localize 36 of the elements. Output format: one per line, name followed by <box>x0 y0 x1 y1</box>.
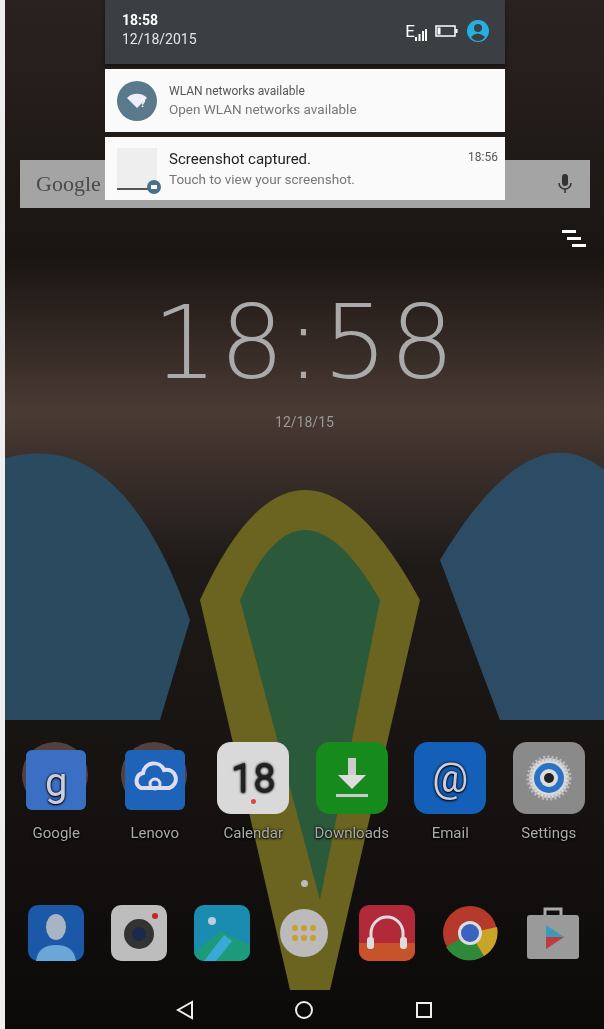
page-indicator <box>301 880 308 887</box>
microphone-icon[interactable] <box>558 174 572 194</box>
image-badge-icon <box>147 179 161 194</box>
network-type: E <box>405 21 415 41</box>
signal-icon <box>415 29 427 41</box>
notification-title: WLAN networks available <box>169 84 305 98</box>
status-date: 12/18/2015 <box>122 31 197 47</box>
app-shortcut[interactable]: Lenovo <box>105 742 204 842</box>
notification-text: Touch to view your screenshot. <box>169 171 356 187</box>
notification-time: 18:56 <box>468 150 498 166</box>
wifi-wedge-icon <box>127 92 147 109</box>
app-shortcut[interactable]: g Google <box>7 742 106 842</box>
icon-glyph: 18 <box>230 754 276 802</box>
user-avatar-icon[interactable] <box>467 20 489 42</box>
clock-date: 12/18/15 <box>275 414 334 430</box>
notification-card[interactable]: ? WLAN networks available Open WLAN networks available <box>105 69 505 132</box>
notification-card[interactable]: Screenshot captured. 18:56 Touch to view your screenshot. <box>105 137 505 200</box>
clock-time: 18:58 <box>152 292 457 394</box>
person-icon[interactable] <box>26 903 87 963</box>
picture-icon[interactable] <box>191 903 252 963</box>
search-logo: Google <box>36 171 101 197</box>
icon-glyph: g <box>45 758 68 806</box>
notification-text: Open WLAN networks available <box>169 101 358 117</box>
app-shortcut[interactable]: @ Email <box>401 742 500 842</box>
notification-title: Screenshot captured. <box>169 150 311 168</box>
battery-icon <box>435 25 459 37</box>
app-shortcut[interactable]: Settings <box>499 742 598 842</box>
headphones-icon[interactable] <box>357 903 418 963</box>
status-time: 18:58 <box>122 12 160 28</box>
clear-all-icon[interactable] <box>562 230 586 248</box>
home-icon[interactable] <box>293 999 316 1021</box>
camera-icon[interactable] <box>109 903 170 963</box>
question-mark: ? <box>140 97 146 109</box>
icon-glyph: @ <box>432 754 469 802</box>
app-shortcut[interactable]: 18 Calendar <box>204 742 303 842</box>
app-shortcut[interactable]: Downloads <box>302 742 401 842</box>
